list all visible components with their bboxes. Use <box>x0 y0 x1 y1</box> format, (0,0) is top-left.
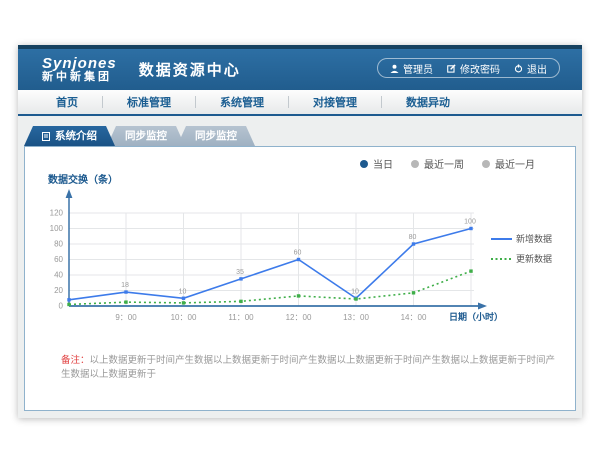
logout-label: 退出 <box>527 61 547 76</box>
data-point[interactable] <box>469 227 472 230</box>
data-point[interactable] <box>182 297 185 300</box>
data-point-label: 100 <box>464 219 476 226</box>
x-axis-title: 日期（小时） <box>449 311 503 322</box>
change-password-button[interactable]: 修改密码 <box>447 61 500 76</box>
tab-label: 同步监控 <box>125 126 167 146</box>
radio-label: 当日 <box>373 156 393 171</box>
user-label: 管理员 <box>403 61 433 76</box>
user-icon <box>390 64 399 73</box>
y-tick-label: 40 <box>54 271 63 280</box>
data-point[interactable] <box>412 291 415 294</box>
data-point-label: 60 <box>294 250 302 257</box>
chart-wrap: 0 20 40 60 80 100 120 18 10 35 60 10 80 100 9：00 10：00 1… <box>25 186 577 343</box>
radio-dot-icon <box>482 160 490 168</box>
nav-item-4[interactable]: 对接管理 <box>289 94 381 110</box>
tab-2[interactable]: 同步监控 <box>107 126 185 146</box>
app-window: Synjones 新中新集团 数据资源中心 管理员 修改密码 退出 首页标准管理… <box>18 45 582 418</box>
footnote-text: 以上数据更新于时间产生数据以上数据更新于时间产生数据以上数据更新于时间产生数据以… <box>61 355 555 380</box>
x-tick-label: 11：00 <box>228 313 254 322</box>
data-point[interactable] <box>67 298 70 301</box>
footnote-prefix: 备注： <box>61 355 90 366</box>
line-chart: 0 20 40 60 80 100 120 18 10 35 60 10 80 100 9：00 10：00 1… <box>25 186 577 338</box>
time-range-filter: 当日 最近一周 最近一月 <box>360 156 535 171</box>
data-point[interactable] <box>297 294 300 297</box>
data-point-label: 18 <box>121 282 129 289</box>
y-axis-title: 数据交换（条） <box>48 171 118 186</box>
user-toolbar: 管理员 修改密码 退出 <box>377 58 560 78</box>
radio-dot-icon <box>411 160 419 168</box>
x-tick-label: 12：00 <box>286 313 312 322</box>
y-axis-arrow-icon <box>66 189 73 198</box>
logo-company-name: 新中新集团 <box>42 72 117 84</box>
logo-brand-text: Synjones <box>42 56 117 72</box>
tab-label: 系统介绍 <box>55 126 97 146</box>
tab-1[interactable]: 系统介绍 <box>24 126 115 146</box>
radio-dot-icon <box>360 160 368 168</box>
data-point[interactable] <box>412 242 415 245</box>
app-header: Synjones 新中新集团 数据资源中心 管理员 修改密码 退出 <box>18 45 582 90</box>
content-area: 系统介绍 同步监控 同步监控 当日 最近一周 最近一月 数据交换（条） 0 20 40 60 8… <box>18 116 582 411</box>
data-point[interactable] <box>124 300 127 303</box>
x-tick-label: 14：00 <box>401 313 427 322</box>
nav-item-5[interactable]: 数据异动 <box>382 94 474 110</box>
data-point[interactable] <box>469 269 472 272</box>
tab-label: 同步监控 <box>195 126 237 146</box>
page-title: 数据资源中心 <box>139 59 241 80</box>
footnote: 备注：以上数据更新于时间产生数据以上数据更新于时间产生数据以上数据更新于时间产生… <box>61 352 561 380</box>
y-tick-label: 120 <box>50 209 64 218</box>
radio-最近一周[interactable]: 最近一周 <box>411 156 464 171</box>
tab-3[interactable]: 同步监控 <box>177 126 255 146</box>
x-tick-label: 10：00 <box>171 313 197 322</box>
legend-label[interactable]: 更新数据 <box>516 253 552 264</box>
user-account-button[interactable]: 管理员 <box>390 61 433 76</box>
data-point[interactable] <box>124 290 127 293</box>
nav-item-3[interactable]: 系统管理 <box>196 94 288 110</box>
data-point[interactable] <box>239 277 242 280</box>
power-icon <box>514 64 523 73</box>
edit-icon <box>447 64 456 73</box>
data-point-label: 10 <box>179 288 187 295</box>
data-point[interactable] <box>354 297 357 300</box>
nav-item-2[interactable]: 标准管理 <box>103 94 195 110</box>
company-logo: Synjones 新中新集团 <box>42 56 117 83</box>
data-point[interactable] <box>239 300 242 303</box>
radio-最近一月[interactable]: 最近一月 <box>482 156 535 171</box>
document-icon <box>42 132 50 141</box>
y-tick-label: 0 <box>59 302 64 311</box>
data-point-label: 10 <box>351 288 359 295</box>
nav-item-1[interactable]: 首页 <box>32 94 102 110</box>
y-tick-label: 20 <box>54 286 63 295</box>
chart-panel: 当日 最近一周 最近一月 数据交换（条） 0 20 40 60 80 100 120 18 10 35… <box>24 146 576 411</box>
main-nav: 首页标准管理系统管理对接管理数据异动 <box>18 90 582 116</box>
radio-label: 最近一月 <box>495 156 535 171</box>
radio-label: 最近一周 <box>424 156 464 171</box>
data-point-label: 80 <box>409 234 417 241</box>
data-point[interactable] <box>67 303 70 306</box>
x-tick-label: 13：00 <box>343 313 369 322</box>
data-point[interactable] <box>297 258 300 261</box>
y-tick-label: 80 <box>54 240 63 249</box>
y-tick-label: 60 <box>54 255 63 264</box>
x-tick-label: 9：00 <box>115 313 137 322</box>
change-password-label: 修改密码 <box>460 61 500 76</box>
tab-bar: 系统介绍 同步监控 同步监控 <box>24 126 576 146</box>
legend-label[interactable]: 新增数据 <box>516 233 552 244</box>
data-point[interactable] <box>182 301 185 304</box>
x-axis-arrow-icon <box>478 303 487 310</box>
logout-button[interactable]: 退出 <box>514 61 547 76</box>
data-point-label: 35 <box>236 269 244 276</box>
radio-当日[interactable]: 当日 <box>360 156 393 171</box>
y-tick-label: 100 <box>50 224 64 233</box>
series-line-更新数据 <box>69 271 471 304</box>
